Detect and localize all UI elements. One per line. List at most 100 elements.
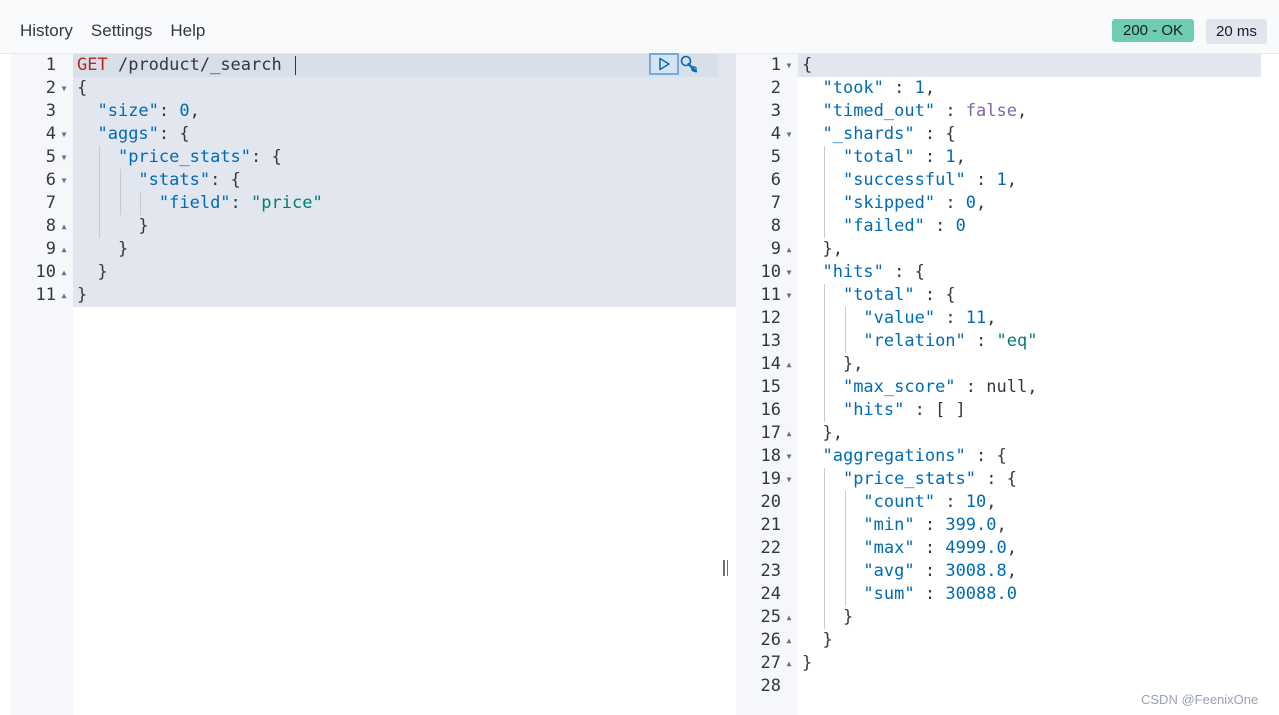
token-p (802, 515, 863, 535)
token-num: 3008.8 (945, 561, 1007, 581)
token-key: "hits" (822, 262, 884, 282)
token-p: : (230, 193, 252, 213)
fold-arrow-down-icon[interactable]: ▼ (784, 468, 794, 491)
token-null: null (986, 377, 1028, 397)
token-p (802, 446, 822, 466)
token-p (802, 101, 822, 121)
line-number: 8 (45, 216, 56, 236)
line-number: 19 (760, 469, 781, 489)
token-p: : { (976, 469, 1017, 489)
fold-arrow-up-icon[interactable]: ▲ (784, 238, 794, 261)
fold-arrow-up-icon[interactable]: ▲ (784, 606, 794, 629)
token-p: , (1006, 538, 1017, 558)
token-p: : [ ] (904, 400, 966, 420)
token-p: { (77, 78, 88, 98)
line-number: 4 (45, 124, 56, 144)
token-p: , (976, 193, 987, 213)
line-number: 2 (770, 78, 781, 98)
token-p: : { (914, 124, 956, 144)
fold-arrow-down-icon[interactable]: ▼ (59, 169, 69, 192)
line-number: 1 (770, 55, 781, 75)
token-key: "max_score" (842, 377, 956, 397)
token-p: } (802, 630, 833, 650)
status-badge: 200 - OK (1112, 19, 1195, 42)
token-p: : (965, 331, 997, 351)
code-line: "successful" : 1, (802, 169, 1017, 192)
token-p: : (935, 308, 966, 328)
fold-arrow-down-icon[interactable]: ▼ (784, 123, 794, 146)
fold-arrow-down-icon[interactable]: ▼ (59, 77, 69, 100)
fold-arrow-up-icon[interactable]: ▲ (59, 238, 69, 261)
code-line: "timed_out" : false, (802, 100, 1027, 123)
code-line: "count" : 10, (802, 491, 997, 514)
line-number: 28 (760, 676, 781, 696)
code-line: "min" : 399.0, (802, 514, 1006, 537)
fold-arrow-up-icon[interactable]: ▲ (784, 353, 794, 376)
code-line: "_shards" : { (802, 123, 956, 146)
wrench-icon[interactable] (678, 54, 700, 76)
line-number: 25 (760, 607, 781, 627)
token-p: : { (914, 285, 956, 305)
code-line: "failed" : 0 (802, 215, 966, 238)
code-line: "aggs": { (77, 123, 190, 146)
token-key: "size" (97, 101, 159, 121)
token-p: : { (158, 124, 190, 144)
token-p: }, (802, 354, 864, 374)
token-p (802, 193, 843, 213)
line-number: 6 (45, 170, 56, 190)
token-key: "successful" (842, 170, 966, 190)
fold-arrow-up-icon[interactable]: ▲ (784, 652, 794, 675)
token-str: "eq" (996, 331, 1038, 351)
pane-resize-handle[interactable] (722, 560, 730, 578)
fold-arrow-down-icon[interactable]: ▼ (59, 123, 69, 146)
code-line: "took" : 1, (802, 77, 935, 100)
code-line: } (802, 652, 812, 675)
run-request-button[interactable] (649, 53, 679, 75)
token-p: , (1016, 101, 1028, 121)
token-p: : (935, 101, 966, 121)
fold-arrow-up-icon[interactable]: ▲ (784, 629, 794, 652)
line-number: 7 (45, 193, 56, 213)
token-p (802, 492, 863, 512)
token-method: GET (77, 55, 108, 75)
token-p: : (935, 193, 966, 213)
line-number: 26 (760, 630, 781, 650)
menu-history[interactable]: History (20, 21, 73, 41)
fold-arrow-up-icon[interactable]: ▲ (59, 284, 69, 307)
fold-arrow-up-icon[interactable]: ▲ (59, 261, 69, 284)
line-number: 4 (770, 124, 781, 144)
token-p: : (935, 492, 966, 512)
play-icon (659, 57, 670, 71)
fold-arrow-up-icon[interactable]: ▲ (784, 422, 794, 445)
code-line: }, (802, 238, 842, 261)
fold-arrow-down-icon[interactable]: ▼ (784, 261, 794, 284)
indent-guide (823, 146, 825, 238)
token-num: 0 (179, 101, 190, 121)
request-content[interactable]: GET /product/_search{ "size": 0, "aggs":… (73, 54, 779, 715)
fold-arrow-down-icon[interactable]: ▼ (784, 284, 794, 307)
code-line: GET /product/_search (77, 54, 282, 77)
fold-arrow-down-icon[interactable]: ▼ (784, 445, 794, 468)
token-key: "aggregations" (822, 446, 966, 466)
menu-settings[interactable]: Settings (91, 21, 152, 41)
token-key: "sum" (863, 584, 915, 604)
token-num: 1 (914, 78, 925, 98)
menu-help[interactable]: Help (170, 21, 205, 41)
code-line: } (802, 606, 853, 629)
token-num: 0 (965, 193, 977, 213)
token-bool: false (965, 101, 1017, 121)
fold-arrow-down-icon[interactable]: ▼ (59, 146, 69, 169)
line-number: 11 (35, 285, 56, 305)
fold-arrow-up-icon[interactable]: ▲ (59, 215, 69, 238)
line-number: 16 (760, 400, 781, 420)
token-p (802, 308, 863, 328)
token-p: : (924, 216, 956, 236)
token-num: 30088.0 (945, 584, 1017, 604)
code-line: } (77, 261, 107, 284)
token-p: , (986, 492, 997, 512)
token-p: , (1006, 561, 1017, 581)
request-gutter: 1 2 ▼ 3 4 ▼ 5 ▼ 6 ▼ 7 8 ▲ 9 ▲ 10 ▲ 11 ▲ (11, 54, 73, 715)
token-key: "stats" (138, 170, 211, 190)
token-key: "aggs" (97, 124, 159, 144)
fold-arrow-down-icon[interactable]: ▼ (784, 54, 794, 77)
